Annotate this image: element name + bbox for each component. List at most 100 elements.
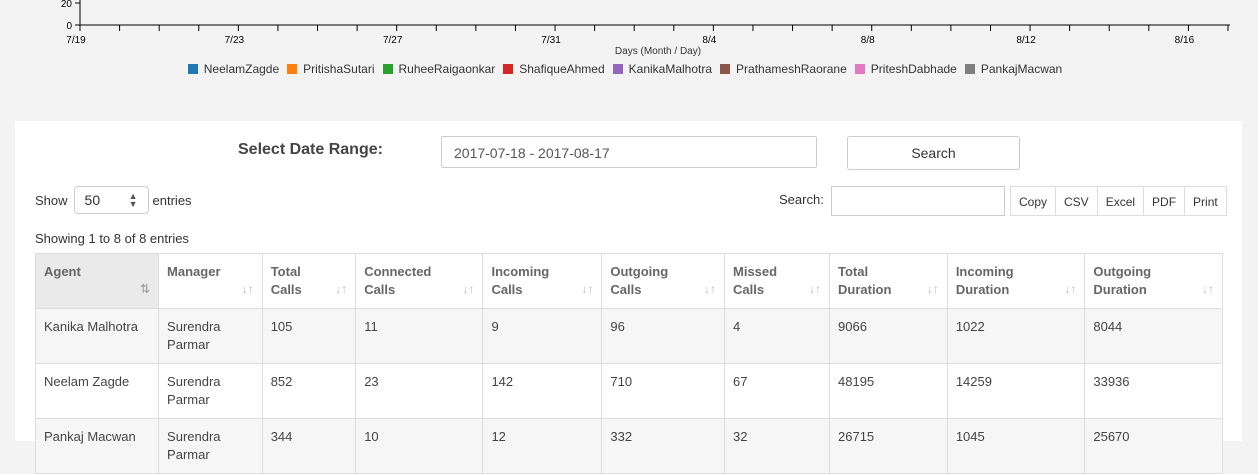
show-label: Show [35,192,68,208]
x-tick-label: 7/23 [225,35,245,46]
legend-item[interactable]: ShafiqueAhmed [503,62,605,76]
table-cell: 23 [355,363,484,419]
column-header-text: Incoming [955,264,1014,279]
sort-icon: ↓↑ [1202,282,1214,296]
x-tick-label: 8/8 [861,35,875,46]
table-cell: Surendra Parmar [158,308,263,364]
column-header-text: Manager [167,264,221,279]
table-cell: Kanika Malhotra [34,308,160,364]
table-info: Showing 1 to 8 of 8 entries [35,231,189,246]
table-cell: 852 [261,363,357,419]
table-cell: Pankaj Macwan [34,418,160,474]
table-search-label: Search: [779,192,824,207]
table-cell: 67 [724,363,830,419]
column-header-label: Agent [44,264,81,279]
column-header[interactable]: Outgoing Duration ↓↑ [1084,253,1223,309]
legend-item[interactable]: RuheeRaigaonkar [382,62,495,76]
legend-label: PriteshDabhade [870,62,957,76]
legend-swatch [612,64,623,74]
entries-length: Show 50 ▲ ▼ entries [35,186,192,214]
x-axis-label: Days (Month / Day) [614,46,702,57]
table-search-input[interactable] [831,186,1005,216]
table-body: Kanika Malhotra Surendra Parmar 105 11 9 96 4 9… [34,308,1223,474]
column-header-text: Calls [491,282,523,297]
column-header-text: Duration [838,282,892,297]
entries-value: 50 [84,192,101,208]
x-tick-label: 8/12 [1016,35,1036,46]
legend-swatch [964,64,975,74]
column-header[interactable]: Outgoing Calls ↓↑ [601,253,726,309]
column-header[interactable]: Incoming Duration ↓↑ [946,253,1086,309]
column-header-text: Total [270,264,301,279]
table-cell: 1045 [946,418,1086,474]
x-tick-label: 7/31 [541,35,561,46]
table-cell: Surendra Parmar [158,363,263,419]
column-header-label: Incoming Calls [491,264,549,297]
column-header-label: Missed Calls [733,264,777,297]
table-row: Kanika Malhotra Surendra Parmar 105 11 9 96 4 9… [34,308,1223,364]
column-header-label: Total Calls [271,264,302,297]
pdf-button[interactable]: PDF [1144,186,1186,216]
table-cell: 8044 [1084,308,1223,364]
column-header-text: Total [838,264,869,279]
print-button[interactable]: Print [1185,186,1227,216]
agent-calls-table: Agent ⇅ Manager ↓↑ Total Calls ↓↑ Connected Call… [34,253,1223,474]
column-header-label: Incoming Duration [956,264,1014,297]
table-cell: 344 [261,418,357,474]
table-cell: 332 [601,418,726,474]
column-header[interactable]: Incoming Calls ↓↑ [482,253,603,309]
legend-swatch [720,64,731,74]
x-tick-label: 8/4 [702,35,716,46]
column-header-text: Calls [733,282,765,297]
column-header-label: Total Duration [838,264,891,297]
legend-item[interactable]: PrathameshRaorane [720,62,847,76]
sort-ascending-icon: ⇅ [139,282,151,296]
chart-legend: NeelamZagde PritishaSutari RuheeRaigaonkar… [0,62,1258,76]
table-cell: 9 [482,308,603,364]
column-header[interactable]: Total Calls ↓↑ [261,253,357,309]
column-header[interactable]: Agent ⇅ [34,253,160,309]
column-header[interactable]: Connected Calls ↓↑ [355,253,484,309]
column-header-text: Agent [44,264,81,279]
legend-item[interactable]: PankajMacwan [964,62,1062,76]
table-cell: 10 [355,418,484,474]
sort-icon: ↓↑ [241,282,254,296]
date-range-input[interactable]: 2017-07-18 - 2017-08-17 [441,136,817,168]
table-cell: Surendra Parmar [158,418,263,474]
table-cell: 11 [355,308,484,364]
y-tick-label: 20 [61,0,73,10]
legend-swatch [287,64,298,74]
column-header[interactable]: Manager ↓↑ [158,253,263,309]
sort-icon: ↓↑ [1064,282,1077,296]
table-row: Pankaj Macwan Surendra Parmar 344 10 12 332 32… [34,418,1223,474]
entries-select[interactable]: 50 ▲ ▼ [73,186,149,214]
table-row: Neelam Zagde Surendra Parmar 852 23 142 710 67… [34,363,1223,419]
x-tick-label: 8/16 [1175,35,1195,46]
column-header-text: Duration [1093,282,1147,297]
legend-item[interactable]: NeelamZagde [187,62,280,76]
legend-item[interactable]: PriteshDabhade [854,62,957,76]
table-cell: 142 [482,363,603,419]
csv-button[interactable]: CSV [1056,186,1098,216]
search-button[interactable]: Search [847,136,1020,170]
table-cell: 9066 [829,308,948,364]
legend-item[interactable]: KanikaMalhotra [612,62,712,76]
column-header-label: Outgoing Duration [1093,264,1151,297]
column-header-text: Calls [270,282,302,297]
copy-button[interactable]: Copy [1010,186,1057,216]
table-cell: 48195 [829,363,948,419]
excel-button[interactable]: Excel [1097,186,1145,216]
legend-label: NeelamZagde [203,62,280,76]
column-header-text: Incoming [491,264,550,279]
legend-swatch [187,64,198,74]
column-header[interactable]: Total Duration ↓↑ [829,253,948,309]
column-header-text: Connected [364,264,432,279]
sort-icon: ↓↑ [809,282,821,296]
column-header-text: Outgoing [610,264,669,279]
report-panel: Select Date Range: 2017-07-18 - 2017-08-… [15,121,1242,474]
y-tick-label: 0 [66,21,72,32]
legend-item[interactable]: PritishaSutari [287,62,375,76]
sort-icon: ↓↑ [462,282,475,296]
column-header-text: Calls [610,282,642,297]
column-header[interactable]: Missed Calls ↓↑ [724,253,830,309]
